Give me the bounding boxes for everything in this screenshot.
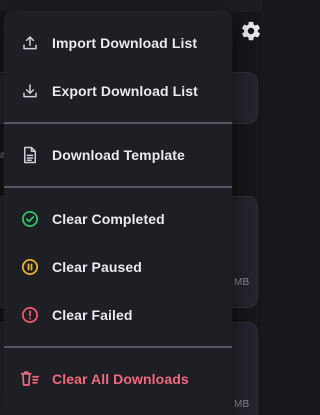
menu-divider — [4, 122, 232, 124]
download-template-item[interactable]: Download Template — [4, 131, 232, 179]
trash-list-icon — [20, 369, 40, 389]
pause-circle-icon — [20, 257, 40, 277]
gear-icon[interactable] — [240, 20, 262, 42]
import-download-list-item[interactable]: Import Download List — [4, 19, 232, 67]
upload-icon — [20, 33, 40, 53]
clear-completed-item[interactable]: Clear Completed — [4, 195, 232, 243]
downloads-options-menu: Import Download List Export Download Lis… — [4, 11, 232, 415]
clear-paused-label: Clear Paused — [52, 259, 142, 275]
clear-paused-item[interactable]: Clear Paused — [4, 243, 232, 291]
clear-all-downloads-item[interactable]: Clear All Downloads — [4, 355, 232, 403]
clear-failed-label: Clear Failed — [52, 307, 133, 323]
clear-completed-label: Clear Completed — [52, 211, 165, 227]
menu-divider — [4, 186, 232, 188]
document-icon — [20, 145, 40, 165]
background-text: MB — [234, 399, 250, 410]
export-download-list-item[interactable]: Export Download List — [4, 67, 232, 115]
export-download-list-label: Export Download List — [52, 83, 198, 99]
clear-all-downloads-label: Clear All Downloads — [52, 371, 189, 387]
background-text: MB — [234, 277, 250, 288]
menu-divider — [4, 346, 232, 348]
import-download-list-label: Import Download List — [52, 35, 198, 51]
clear-failed-item[interactable]: Clear Failed — [4, 291, 232, 339]
check-circle-icon — [20, 209, 40, 229]
download-template-label: Download Template — [52, 147, 185, 163]
download-icon — [20, 81, 40, 101]
alert-circle-icon — [20, 305, 40, 325]
